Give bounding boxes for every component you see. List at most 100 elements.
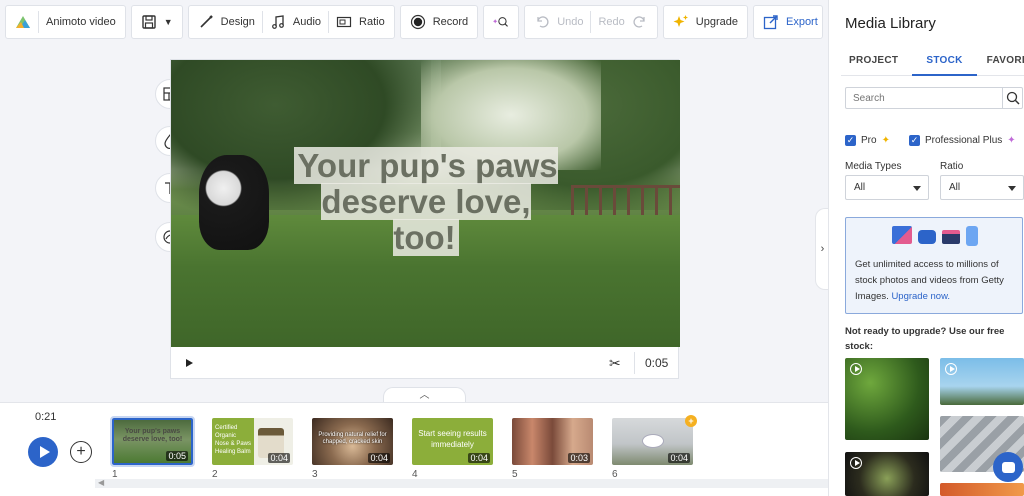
filter-pro-label: Pro [861, 135, 877, 146]
sparkle-icon [673, 14, 689, 30]
export-icon [763, 14, 779, 30]
timeline: 0:21 + Your pup's paws deserve love, too… [0, 402, 828, 496]
media-types-label: Media Types [845, 161, 902, 172]
timeline-clip[interactable]: Providing natural relief for chapped, cr… [312, 418, 393, 465]
media-library-panel: Media Library PROJECT STOCK FAVORITES ✓ … [828, 0, 1024, 496]
stock-thumbnail[interactable] [845, 358, 929, 440]
timeline-clip[interactable]: Certified Organic Nose & Paws Healing Ba… [212, 418, 293, 465]
sparkle-icon: ✦ [1007, 135, 1016, 146]
tab-project[interactable]: PROJECT [843, 48, 904, 76]
promo-text: Get unlimited access to millions of stoc… [855, 257, 1017, 305]
logo-badge-image [642, 434, 664, 448]
stock-thumbnail[interactable] [845, 452, 929, 496]
plus-icon: + [76, 443, 86, 460]
clip-duration: 0:05 [645, 356, 669, 370]
clip-duration: 0:04 [468, 453, 490, 463]
camera-icon [918, 230, 936, 244]
ratio-select[interactable]: All [940, 175, 1024, 200]
chat-button[interactable] [993, 452, 1023, 482]
timeline-scrollbar[interactable]: ◀ [95, 478, 828, 488]
stock-thumbnail[interactable] [940, 358, 1024, 405]
upgrade-label: Upgrade [695, 16, 738, 28]
scroll-left-icon[interactable]: ◀ [98, 478, 104, 487]
chat-icon [1001, 461, 1015, 473]
tab-favorites[interactable]: FAVORITES [981, 48, 1024, 76]
search-button[interactable] [1002, 88, 1022, 108]
timeline-collapse-toggle[interactable]: ︿ [383, 387, 466, 403]
free-stock-label: Not ready to upgrade? Use our free stock… [845, 326, 1005, 352]
clip-text: Your pup's paws deserve love, too! [122, 428, 183, 443]
premium-badge-icon: + [685, 415, 697, 427]
play-button[interactable] [28, 437, 58, 467]
dog-image [199, 155, 269, 250]
undo-icon [534, 14, 550, 30]
timeline-clip[interactable]: Your pup's paws deserve love, too! 0:05 [110, 416, 195, 467]
divider [328, 11, 330, 33]
current-time: 0:21 [35, 411, 57, 423]
search-input[interactable] [846, 92, 996, 104]
export-button[interactable]: Export [752, 5, 823, 39]
record-button[interactable]: Record [399, 5, 479, 39]
tab-stock[interactable]: STOCK [912, 48, 977, 76]
video-badge-icon [945, 363, 957, 375]
add-block-button[interactable]: + [70, 441, 92, 463]
phone-video-icon [966, 226, 978, 246]
caret-down-icon [1008, 186, 1016, 191]
filter-professional-plus-label: Professional Plus [925, 135, 1003, 146]
promo-icons [846, 226, 1024, 246]
undo-button[interactable]: Undo [557, 16, 583, 28]
redo-button[interactable]: Redo [598, 16, 624, 28]
timeline-clip[interactable]: 0:03 [512, 418, 593, 465]
stock-thumbnail[interactable] [940, 483, 1024, 496]
stock-search [845, 87, 1023, 109]
timeline-clip[interactable]: 0:04 [612, 418, 693, 465]
magic-search-button[interactable] [483, 5, 520, 39]
sparkle-icon: ✦ [881, 135, 890, 146]
video-frame[interactable]: Your pup's paws deserve love, too! [171, 60, 680, 347]
media-types-select[interactable]: All [845, 175, 929, 200]
save-menu-button[interactable]: ▼ [130, 5, 183, 39]
music-note-icon [270, 14, 286, 30]
panel-title: Media Library [845, 15, 936, 32]
timeline-clip[interactable]: Start seeing results immediately 0:04 [412, 418, 493, 465]
checkbox-checked-icon: ✓ [909, 135, 920, 146]
play-icon[interactable] [186, 359, 193, 367]
divider [634, 352, 635, 374]
scissors-icon[interactable]: ✂ [609, 355, 621, 372]
ratio-value: All [949, 182, 961, 193]
divider [38, 11, 39, 33]
video-caption[interactable]: Your pup's paws deserve love, too! [285, 147, 567, 256]
ratio-label: Ratio [940, 161, 964, 172]
ratio-button[interactable]: Ratio [359, 16, 385, 28]
clip-duration: 0:04 [268, 453, 290, 463]
undo-redo-group: Undo Redo [524, 5, 658, 39]
play-icon [39, 446, 50, 458]
project-name[interactable]: Animoto video [46, 16, 116, 28]
divider [261, 11, 263, 33]
media-tabs: PROJECT STOCK FAVORITES [841, 48, 1024, 76]
upgrade-now-link[interactable]: Upgrade now. [891, 291, 950, 302]
design-audio-ratio-group: Design Audio Ratio [187, 5, 395, 39]
design-button[interactable]: Design [221, 16, 255, 28]
clip-text: Certified Organic Nose & Paws Healing Ba… [215, 425, 252, 455]
clip-duration: 0:04 [668, 453, 690, 463]
search-icon [1005, 90, 1021, 106]
video-badge-icon [850, 457, 862, 469]
audio-button[interactable]: Audio [293, 16, 321, 28]
brush-icon [198, 14, 214, 30]
checkbox-checked-icon: ✓ [845, 135, 856, 146]
clapperboard-icon [942, 230, 960, 244]
filter-professional-plus-checkbox[interactable]: ✓ Professional Plus ✦ [909, 135, 1016, 146]
filter-pro-checkbox[interactable]: ✓ Pro ✦ [845, 135, 890, 146]
panel-collapse-toggle[interactable]: › [815, 208, 829, 290]
animoto-logo-icon [15, 14, 31, 30]
upgrade-promo: Get unlimited access to millions of stoc… [845, 217, 1023, 314]
photo-icon [892, 226, 912, 244]
ratio-icon [336, 14, 352, 30]
clip-duration: 0:03 [568, 453, 590, 463]
clip-text: Providing natural relief for chapped, cr… [318, 432, 387, 445]
sparkle-search-icon [493, 14, 509, 30]
chevron-down-icon: ▼ [163, 17, 173, 27]
clip-text: Start seeing results immediately [418, 429, 487, 449]
upgrade-button[interactable]: Upgrade [662, 5, 748, 39]
